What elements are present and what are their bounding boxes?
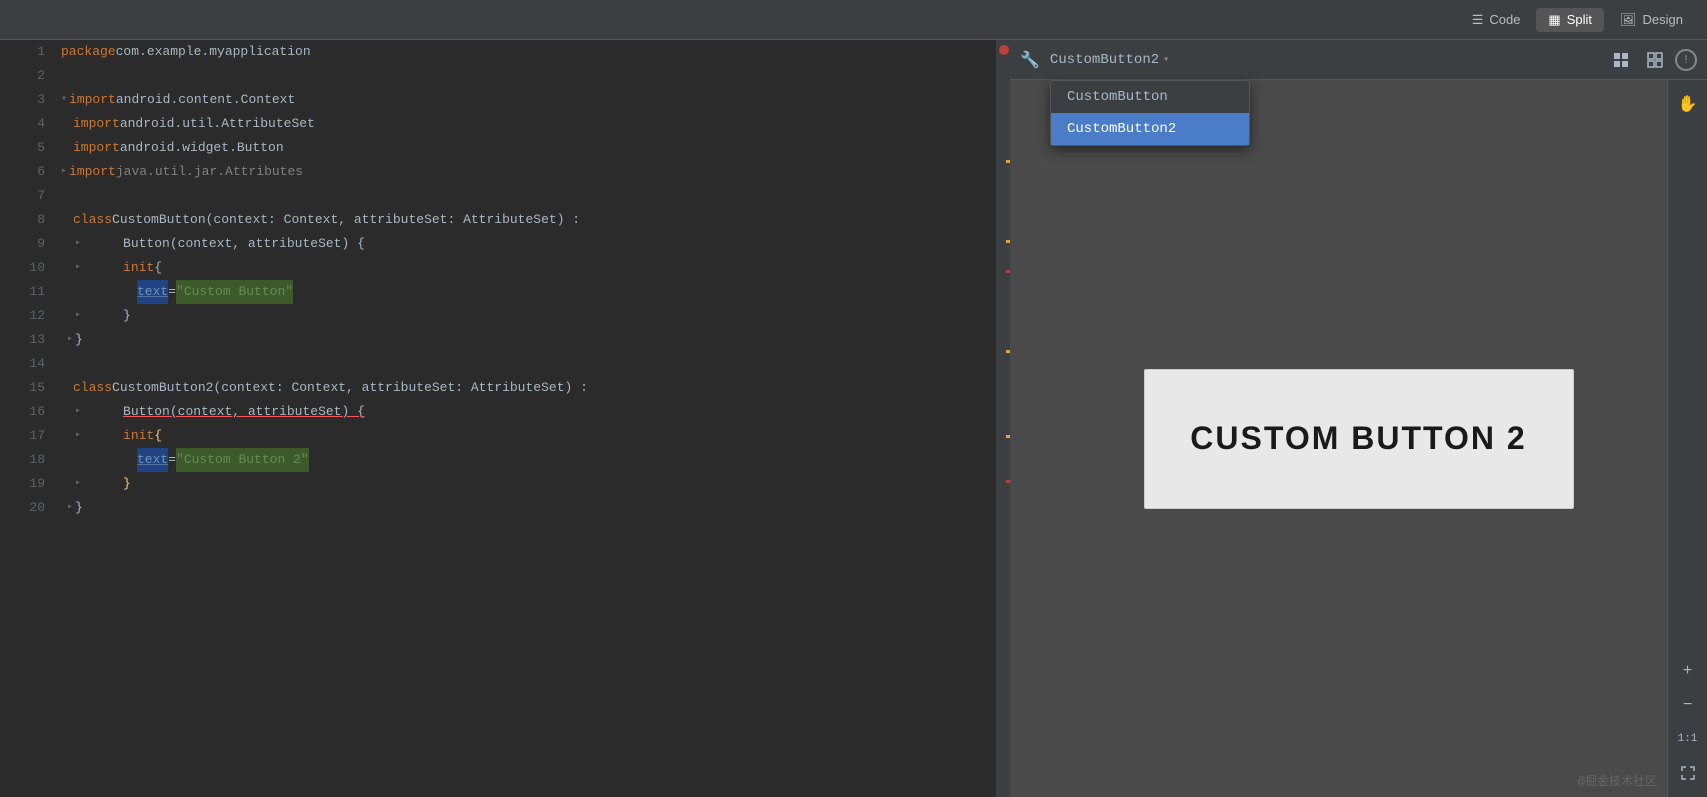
grid2-icon-button[interactable] (1641, 46, 1669, 74)
code-line-12: ▸ } (61, 304, 996, 328)
code-line-6: ▸ import java.util.jar.Attributes (61, 160, 996, 184)
design-view-button[interactable]: 🖼 Design (1608, 8, 1695, 32)
dropdown-arrow-icon: ▾ (1163, 54, 1169, 66)
zoom-in-button[interactable]: + (1674, 657, 1702, 685)
preview-dropdown: CustomButton CustomButton2 (1050, 80, 1250, 146)
code-line-4: import android.util.AttributeSet (61, 112, 996, 136)
code-line-20: ▸ } (61, 496, 996, 520)
code-line-3: ▾ import android.content.Context (61, 88, 996, 112)
code-line-8: class CustomButton(context: Context, att… (61, 208, 996, 232)
code-line-10: ▸ init { (61, 256, 996, 280)
code-line-19: ▸ } (61, 472, 996, 496)
fullscreen-button[interactable] (1674, 759, 1702, 787)
warning-icon[interactable]: ! (1675, 49, 1697, 71)
dropdown-item-custombutton[interactable]: CustomButton (1051, 81, 1249, 113)
code-line-11: text = "Custom Button" (61, 280, 996, 304)
code-line-1: package com.example.myapplication (61, 40, 996, 64)
code-line-9: ▸ Button(context, attributeSet) { (61, 232, 996, 256)
line-numbers: 1 2 3 4 5 6 7 8 9 10 11 12 13 14 15 16 1… (0, 40, 55, 797)
top-toolbar: ☰ Code ▦ Split 🖼 Design (0, 0, 1707, 40)
code-line-5: import android.widget.Button (61, 136, 996, 160)
split-icon: ▦ (1548, 12, 1560, 28)
code-line-2 (61, 64, 996, 88)
code-line-13: ▸ } (61, 328, 996, 352)
code-panel: 1 2 3 4 5 6 7 8 9 10 11 12 13 14 15 16 1… (0, 40, 1010, 797)
dropdown-item-custombutton2[interactable]: CustomButton2 (1051, 113, 1249, 145)
preview-canvas: CUSTOM BUTTON 2 (1010, 80, 1707, 797)
side-controls: ✋ + − 1:1 (1667, 80, 1707, 797)
right-panel: 🔧 CustomButton2 ▾ ! (1010, 40, 1707, 797)
zoom-ratio-label: 1:1 (1674, 725, 1702, 753)
main-area: 1 2 3 4 5 6 7 8 9 10 11 12 13 14 15 16 1… (0, 40, 1707, 797)
wrench-icon: 🔧 (1020, 50, 1040, 70)
grid-icon-button[interactable] (1607, 46, 1635, 74)
preview-button-text: CUSTOM BUTTON 2 (1190, 420, 1526, 457)
code-icon: ☰ (1472, 12, 1484, 28)
preview-selector[interactable]: CustomButton2 ▾ (1050, 52, 1169, 68)
code-line-7 (61, 184, 996, 208)
design-icon: 🖼 (1620, 12, 1637, 28)
hand-tool-button[interactable]: ✋ (1674, 90, 1702, 118)
code-view-button[interactable]: ☰ Code (1460, 8, 1533, 32)
watermark: @掘金技术社区 (1578, 772, 1657, 789)
code-line-17: ▸ init { (61, 424, 996, 448)
code-line-18: text = "Custom Button 2" (61, 448, 996, 472)
error-marker (999, 45, 1009, 55)
code-content[interactable]: package com.example.myapplication ▾ impo… (55, 40, 996, 797)
code-line-15: class CustomButton2(context: Context, at… (61, 376, 996, 400)
code-line-14 (61, 352, 996, 376)
code-line-16: ▸ Button(context, attributeSet) { (61, 400, 996, 424)
zoom-out-button[interactable]: − (1674, 691, 1702, 719)
preview-card: CUSTOM BUTTON 2 (1144, 369, 1574, 509)
split-view-button[interactable]: ▦ Split (1536, 8, 1604, 32)
code-scrollbar[interactable] (996, 40, 1010, 797)
preview-toolbar: 🔧 CustomButton2 ▾ ! (1010, 40, 1707, 80)
